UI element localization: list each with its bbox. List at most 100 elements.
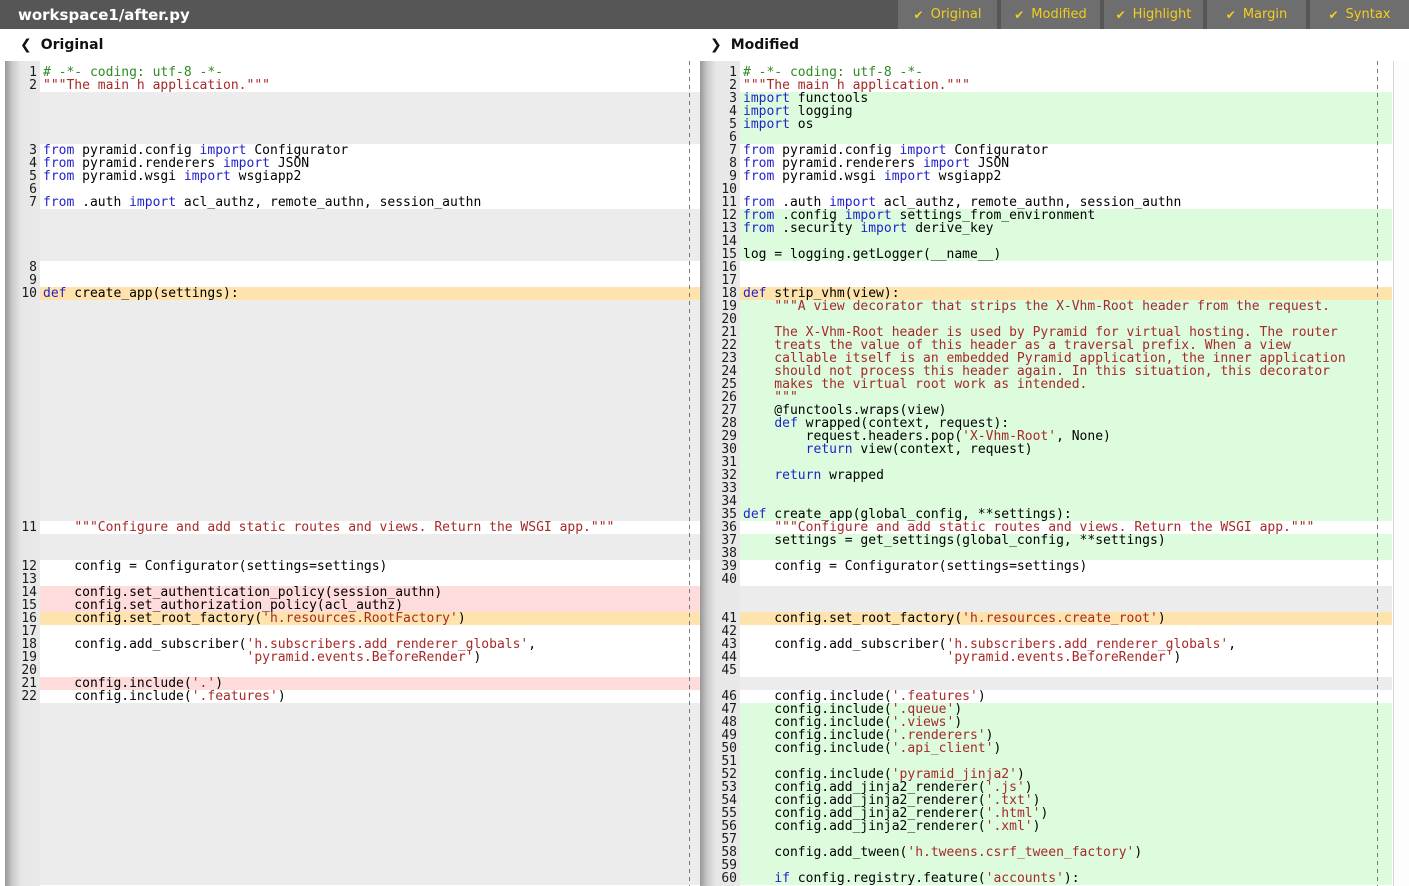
code-line[interactable] [740, 274, 1392, 287]
code-line[interactable]: config.add_subscriber('h.subscribers.add… [40, 638, 700, 651]
toggle-original-button[interactable]: ✔ Original [898, 0, 997, 29]
code-line[interactable]: @functools.wraps(view) [740, 404, 1392, 417]
line-number: 2 [0, 79, 40, 92]
code-line[interactable]: config.add_jinja2_renderer('.txt') [740, 794, 1392, 807]
code-line[interactable]: from pyramid.renderers import JSON [40, 157, 700, 170]
code-line[interactable]: config.include('.queue') [740, 703, 1392, 716]
code-line[interactable]: """A view decorator that strips the X-Vh… [740, 300, 1392, 313]
code-line[interactable] [740, 131, 1392, 144]
code-line[interactable] [740, 495, 1392, 508]
diff-row: 30 return view(context, request) [700, 443, 1409, 456]
original-pane[interactable]: 1# -*- coding: utf-8 -*-2"""The main h a… [0, 61, 700, 886]
toggle-highlight-button[interactable]: ✔ Highlight [1104, 0, 1203, 29]
code-line[interactable] [740, 625, 1392, 638]
code-line[interactable] [740, 755, 1392, 768]
code-line[interactable]: """ [740, 391, 1392, 404]
code-line[interactable]: config.include('.features') [740, 690, 1392, 703]
code-line[interactable] [40, 625, 700, 638]
code-line[interactable]: """The main h application.""" [740, 79, 1392, 92]
diff-row: 57 [700, 833, 1409, 846]
code-line[interactable] [740, 664, 1392, 677]
scrollbar-track[interactable] [1393, 61, 1409, 886]
code-line[interactable]: from pyramid.renderers import JSON [740, 157, 1392, 170]
code-line[interactable]: The X-Vhm-Root header is used by Pyramid… [740, 326, 1392, 339]
modified-pane[interactable]: 1# -*- coding: utf-8 -*-2"""The main h a… [700, 61, 1409, 886]
code-line[interactable]: return view(context, request) [740, 443, 1392, 456]
code-line[interactable]: if config.registry.feature('accounts'): [740, 872, 1392, 885]
code-line[interactable] [740, 547, 1392, 560]
code-line[interactable]: from pyramid.wsgi import wsgiapp2 [40, 170, 700, 183]
code-line[interactable]: config.set_root_factory('h.resources.Roo… [40, 612, 700, 625]
code-line[interactable]: config.include('.api_client') [740, 742, 1392, 755]
code-line[interactable]: from pyramid.config import Configurator [740, 144, 1392, 157]
code-line[interactable] [40, 664, 700, 677]
code-line[interactable] [740, 261, 1392, 274]
code-line[interactable]: from .auth import acl_authz, remote_auth… [740, 196, 1392, 209]
code-line[interactable] [40, 573, 700, 586]
code-line[interactable]: def create_app(global_config, **settings… [740, 508, 1392, 521]
code-line[interactable]: from pyramid.config import Configurator [40, 144, 700, 157]
code-line[interactable]: config.include('.renderers') [740, 729, 1392, 742]
code-line[interactable]: from .config import settings_from_enviro… [740, 209, 1392, 222]
code-line[interactable]: config.add_jinja2_renderer('.html') [740, 807, 1392, 820]
code-line[interactable]: settings = get_settings(global_config, *… [740, 534, 1392, 547]
line-number [0, 846, 40, 859]
code-line[interactable]: config.add_tween('h.tweens.csrf_tween_fa… [740, 846, 1392, 859]
code-line[interactable]: def wrapped(context, request): [740, 417, 1392, 430]
code-line[interactable] [740, 573, 1392, 586]
code-line[interactable]: from pyramid.wsgi import wsgiapp2 [740, 170, 1392, 183]
code-line[interactable] [740, 859, 1392, 872]
toggle-margin-button[interactable]: ✔ Margin [1207, 0, 1306, 29]
code-line[interactable]: 'pyramid.events.BeforeRender') [40, 651, 700, 664]
toggle-modified-button[interactable]: ✔ Modified [1001, 0, 1100, 29]
code-line[interactable]: """Configure and add static routes and v… [40, 521, 700, 534]
code-line[interactable] [40, 261, 700, 274]
code-line[interactable]: config.add_subscriber('h.subscribers.add… [740, 638, 1392, 651]
code-line[interactable]: config = Configurator(settings=settings) [40, 560, 700, 573]
code-line[interactable]: log = logging.getLogger(__name__) [740, 248, 1392, 261]
diff-row: 41 config.set_root_factory('h.resources.… [700, 612, 1409, 625]
code-line[interactable]: request.headers.pop('X-Vhm-Root', None) [740, 430, 1392, 443]
code-line[interactable]: treats the value of this header as a tra… [740, 339, 1392, 352]
code-line[interactable] [40, 183, 700, 196]
code-line[interactable]: config.set_root_factory('h.resources.cre… [740, 612, 1392, 625]
code-line[interactable]: config.include('pyramid_jinja2') [740, 768, 1392, 781]
code-line[interactable]: should not process this header again. In… [740, 365, 1392, 378]
code-line[interactable] [740, 456, 1392, 469]
code-line[interactable]: makes the virtual root work as intended. [740, 378, 1392, 391]
code-line[interactable]: config = Configurator(settings=settings) [740, 560, 1392, 573]
code-line[interactable]: config.include('.features') [40, 690, 700, 703]
code-line[interactable] [740, 313, 1392, 326]
code-line[interactable] [740, 482, 1392, 495]
chevron-left-icon[interactable]: ❮ [20, 37, 32, 53]
code-line[interactable]: def strip_vhm(view): [740, 287, 1392, 300]
chevron-right-icon[interactable]: ❯ [710, 37, 722, 53]
code-line[interactable]: return wrapped [740, 469, 1392, 482]
toggle-syntax-button[interactable]: ✔ Syntax [1310, 0, 1409, 29]
code-line[interactable] [740, 183, 1392, 196]
diff-row: 58 config.add_tween('h.tweens.csrf_tween… [700, 846, 1409, 859]
code-line[interactable]: config.set_authentication_policy(session… [40, 586, 700, 599]
code-line[interactable]: config.include('.') [40, 677, 700, 690]
code-line[interactable]: import functools [740, 92, 1392, 105]
code-line[interactable] [740, 833, 1392, 846]
code-line[interactable]: """The main h application.""" [40, 79, 700, 92]
code-line[interactable]: """Configure and add static routes and v… [740, 521, 1392, 534]
code-line[interactable]: # -*- coding: utf-8 -*- [40, 66, 700, 79]
diff-row [0, 482, 700, 495]
code-line[interactable]: config.add_jinja2_renderer('.js') [740, 781, 1392, 794]
code-line[interactable]: import logging [740, 105, 1392, 118]
code-line[interactable]: import os [740, 118, 1392, 131]
code-line[interactable]: config.set_authorization_policy(acl_auth… [40, 599, 700, 612]
code-line[interactable]: def create_app(settings): [40, 287, 700, 300]
code-line[interactable]: config.include('.views') [740, 716, 1392, 729]
code-line[interactable]: config.add_jinja2_renderer('.xml') [740, 820, 1392, 833]
code-line[interactable]: from .security import derive_key [740, 222, 1392, 235]
code-line[interactable]: # -*- coding: utf-8 -*- [740, 66, 1392, 79]
line-number [0, 534, 40, 547]
code-line[interactable]: from .auth import acl_authz, remote_auth… [40, 196, 700, 209]
code-line[interactable]: 'pyramid.events.BeforeRender') [740, 651, 1392, 664]
code-line[interactable] [740, 235, 1392, 248]
code-line[interactable]: callable itself is an embedded Pyramid a… [740, 352, 1392, 365]
code-line[interactable] [40, 274, 700, 287]
